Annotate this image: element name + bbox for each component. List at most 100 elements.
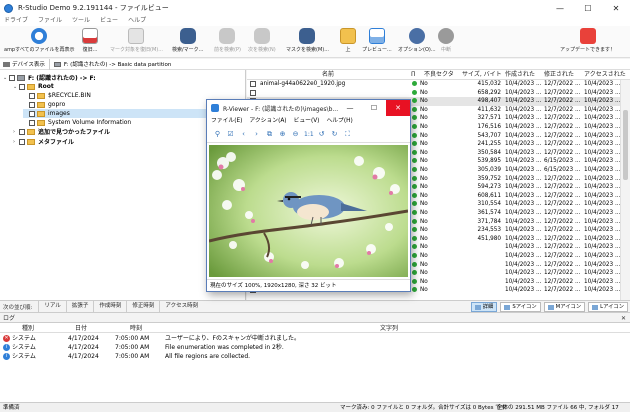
viewer-maximize-button[interactable]: ☐ <box>362 100 386 116</box>
tree-item-images[interactable]: images <box>23 109 223 118</box>
table-row[interactable]: No 658,292 10/4/2023 ... 12/7/2022 ... 10/4/… <box>247 89 630 98</box>
find-mark-button[interactable]: 検索/マーク... <box>172 28 203 53</box>
viewer-menu-file[interactable]: ファイル(E) <box>211 116 242 126</box>
up-button[interactable]: 上 <box>340 28 356 53</box>
tab-extension[interactable]: 拡張子 <box>65 301 94 312</box>
options-button[interactable]: オプション(O)... <box>398 28 436 53</box>
bad-sectors: No <box>412 123 428 132</box>
recover-button[interactable]: 復旧... <box>82 28 98 53</box>
log-column-type[interactable]: 種別 <box>22 324 34 333</box>
fullscreen-icon[interactable]: ⛶ <box>343 130 352 139</box>
menu-help[interactable]: ヘルプ <box>128 16 146 26</box>
log-column-time[interactable]: 時刻 <box>130 324 142 333</box>
column-header-bad-sectors[interactable]: 不良セクタ <box>424 70 454 80</box>
column-header-accessed[interactable]: アクセスされた <box>584 70 626 80</box>
tree-item-drive[interactable]: ⌄ F: (認識されたの) -> F: <box>3 73 96 82</box>
zoom-out-icon[interactable]: ⊖ <box>291 130 300 139</box>
rotate-right-icon[interactable]: ↻ <box>330 130 339 139</box>
status-dot-icon <box>412 244 417 250</box>
modified-date: 12/7/2022 ... <box>544 287 581 294</box>
menu-view[interactable]: ビュー <box>100 16 118 26</box>
view-medium-icons-button[interactable]: Mアイコン <box>543 302 586 312</box>
minimize-button[interactable]: — <box>546 0 574 16</box>
close-button[interactable]: ✕ <box>602 0 630 16</box>
tree-checkbox[interactable] <box>29 110 35 117</box>
viewer-title-bar[interactable]: R-Viewer - F: (認識されたの)\images\b... — ☐ ✕ <box>207 100 410 116</box>
tree-item-gopro[interactable]: gopro <box>23 100 65 109</box>
title-bar: R-Studio Demo 9.2.191144 - ファイルビュー — ☐ ✕ <box>0 0 630 16</box>
zoom-in-icon[interactable]: ⊕ <box>278 130 287 139</box>
viewer-menu-bar: ファイル(E) アクション(A) ビュー(V) ヘルプ(H) <box>207 116 410 126</box>
tree-checkbox[interactable] <box>19 128 25 135</box>
tab-accessed[interactable]: アクセス時刻 <box>159 301 203 312</box>
viewer-close-button[interactable]: ✕ <box>386 100 410 116</box>
menu-tools[interactable]: ツール <box>72 16 90 26</box>
device-view-tab[interactable]: デバイス表示 <box>0 58 50 70</box>
tree-item-metafiles[interactable]: › メタファイル <box>13 137 74 146</box>
log-row[interactable]: ✕ システム 4/17/2024 7:05:00 AM ユーザーにより、Fのスキャ… <box>0 334 630 343</box>
tree-item-root[interactable]: ⌄ Root <box>13 82 54 91</box>
accessed-date: 10/4/2023 ... <box>584 184 621 191</box>
previous-icon[interactable]: ‹ <box>239 130 248 139</box>
column-header-flag[interactable]: П <box>411 70 416 80</box>
row-checkbox[interactable] <box>250 81 256 87</box>
scrollbar-thumb[interactable] <box>623 110 628 180</box>
find-mask-button[interactable]: マスクを検索(M)... <box>286 28 329 53</box>
menu-file[interactable]: ファイル <box>38 16 62 26</box>
next-icon[interactable]: › <box>252 130 261 139</box>
view-details-button[interactable]: 詳細 <box>470 302 498 312</box>
tree-checkbox[interactable] <box>29 92 35 99</box>
bad-sectors: No <box>412 149 428 158</box>
rotate-left-icon[interactable]: ↺ <box>317 130 326 139</box>
column-header-size[interactable]: サイズ, バイト <box>462 70 502 80</box>
tab-modified[interactable]: 修正時刻 <box>126 301 159 312</box>
maximize-button[interactable]: ☐ <box>574 0 602 16</box>
tree-item-system-volume-information[interactable]: System Volume Information <box>23 118 131 127</box>
file-size: 539,895 <box>477 158 501 165</box>
view-small-icons-button[interactable]: Sアイコン <box>500 302 541 312</box>
file-list-scrollbar[interactable] <box>620 80 630 300</box>
tree-checkbox[interactable] <box>19 138 25 145</box>
log-row[interactable]: i システム 4/17/2024 7:05:00 AM All file regi… <box>0 352 630 361</box>
bird-illustration <box>209 145 408 277</box>
viewer-menu-view[interactable]: ビュー(V) <box>294 116 320 126</box>
recover-marked-button[interactable]: マーク対象を復旧(M)... <box>110 28 163 53</box>
tree-item-extra-found-files[interactable]: › 追加で見つかったファイル <box>13 127 110 136</box>
log-column-text[interactable]: 文字列 <box>380 324 398 333</box>
row-checkbox[interactable] <box>250 89 256 96</box>
update-button[interactable]: アップデートできます！ <box>560 28 615 53</box>
up-folder-icon <box>340 28 356 44</box>
table-row[interactable]: animal-g44a0622e0_1920.jpg No 415,032 10/4/… <box>247 80 630 89</box>
viewer-minimize-button[interactable]: — <box>338 100 362 116</box>
tab-created[interactable]: 作成時刻 <box>93 301 126 312</box>
preview-button[interactable]: プレビュー... <box>362 28 392 53</box>
find-previous-button[interactable]: 前を検索(P) <box>214 28 241 53</box>
tree-checkbox[interactable] <box>9 74 15 81</box>
fit-icon[interactable]: ⧉ <box>265 130 274 139</box>
column-header-name[interactable]: 名前 <box>322 70 334 80</box>
created-date: 10/4/2023 ... <box>505 278 542 285</box>
checkbox-icon[interactable]: ☑ <box>226 130 235 139</box>
breadcrumb[interactable]: F: (認識されたの) -> Basic data partition <box>53 60 171 68</box>
find-next-button[interactable]: 次を検索(N) <box>248 28 276 53</box>
tree-checkbox[interactable] <box>29 101 35 108</box>
stop-button[interactable]: 中断 <box>438 28 454 53</box>
tab-real[interactable]: リアル <box>38 301 65 312</box>
log-pane: ログ ✕ 種別 日付 時刻 文字列 ✕ システム 4/17/2024 7:05:0… <box>0 314 630 402</box>
tree-checkbox[interactable] <box>19 83 25 90</box>
modified-date: 12/7/2022 ... <box>544 210 581 216</box>
tree-item-recycle-bin[interactable]: $RECYCLE.BIN <box>23 91 91 100</box>
viewer-menu-help[interactable]: ヘルプ(H) <box>326 116 352 126</box>
actual-size-icon[interactable]: 1:1 <box>304 130 314 139</box>
log-close-button[interactable]: ✕ <box>621 314 626 322</box>
viewer-menu-action[interactable]: アクション(A) <box>249 116 286 126</box>
column-header-created[interactable]: 作成された <box>505 70 535 80</box>
tree-checkbox[interactable] <box>29 119 35 126</box>
log-row[interactable]: i システム 4/17/2024 7:05:00 AM File enumerat… <box>0 343 630 352</box>
view-large-icons-button[interactable]: Lアイコン <box>588 302 628 312</box>
rescan-button[interactable]: ampすべてのファイルを再表示 <box>4 28 75 53</box>
menu-drive[interactable]: ドライブ <box>4 16 28 26</box>
location-pin-icon[interactable]: ⚲ <box>213 130 222 139</box>
column-header-modified[interactable]: 修正された <box>544 70 574 80</box>
log-column-date[interactable]: 日付 <box>75 324 87 333</box>
